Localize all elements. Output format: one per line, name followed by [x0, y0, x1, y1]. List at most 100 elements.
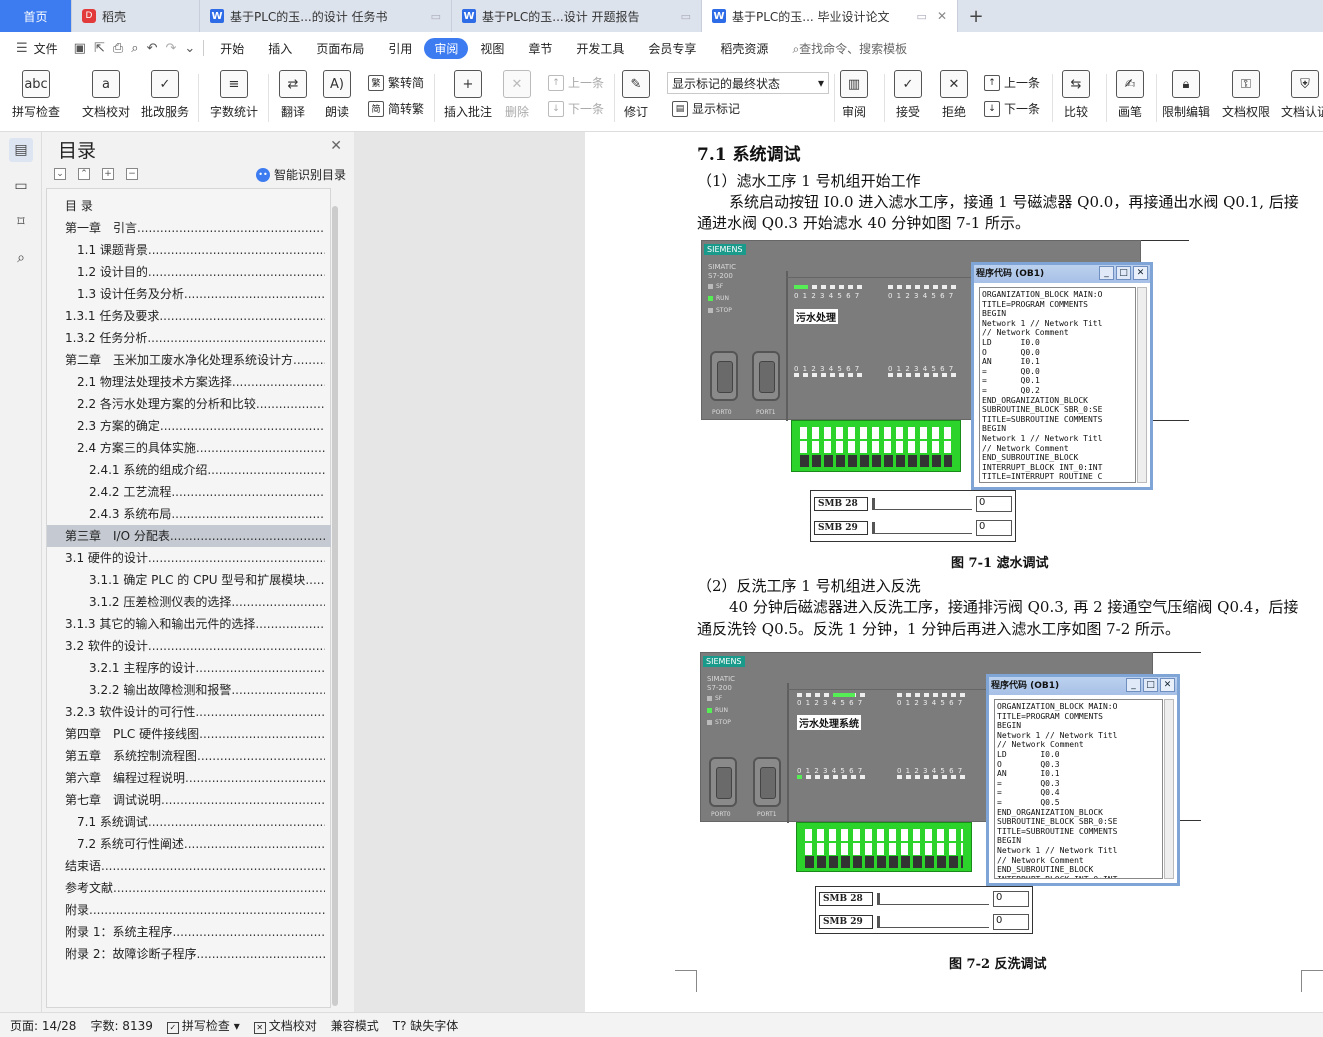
print-icon[interactable]: ⎙	[109, 41, 127, 56]
doc-proof-status[interactable]: ✕ 文档校对	[253, 1017, 317, 1034]
toc-item[interactable]: 3.1.2 压差检测仪表的选择	[47, 591, 331, 613]
restrict-edit-button[interactable]: 🔒︎ 限制编辑	[1162, 70, 1210, 120]
tab-home[interactable]: 首页	[0, 0, 72, 32]
toc-item[interactable]: 第一章 引言	[47, 217, 331, 239]
word-count-button[interactable]: ≡ 字数统计	[210, 70, 258, 120]
missing-font-status[interactable]: T? 缺失字体	[393, 1017, 459, 1034]
tab-proposal[interactable]: W 基于PLC的玉...设计 开题报告 ▭	[452, 0, 702, 32]
menu-item-member[interactable]: 会员专享	[636, 38, 708, 59]
toc-item[interactable]: 2.4.2 工艺流程	[47, 481, 331, 503]
accept-button[interactable]: ✓ 接受	[894, 70, 922, 120]
bookmark-icon[interactable]: ⌑	[9, 210, 33, 234]
translate-button[interactable]: ⇄ 翻译	[279, 70, 307, 120]
toc-item[interactable]: 3.2.3 软件设计的可行性	[47, 701, 331, 723]
page-indicator[interactable]: 页面: 14/28	[10, 1017, 76, 1034]
toc-item[interactable]: 1.3 设计任务及分析	[47, 283, 331, 305]
pen-button[interactable]: ✍ 画笔	[1116, 70, 1144, 120]
toc-item[interactable]: 1.3.2 任务分析	[47, 327, 331, 349]
review-pane-button[interactable]: ▥ 审阅	[840, 70, 868, 120]
menu-item-devtools[interactable]: 开发工具	[564, 38, 636, 59]
batch-service-button[interactable]: ✓ 批改服务	[141, 70, 189, 120]
to-traditional-button[interactable]: 繁繁转简	[368, 74, 424, 91]
prev-comment-button[interactable]: ↑ 上一条	[548, 74, 604, 91]
expand-level-icon[interactable]: ⌄	[54, 168, 66, 180]
toc-item[interactable]: 1.3.1 任务及要求	[47, 305, 331, 327]
toc-item[interactable]: 附录 2：故障诊断子程序	[47, 943, 331, 965]
document-page[interactable]: 7.1 系统调试 （1）滤水工序 1 号机组开始工作 系统启动按钮 I0.0 进…	[585, 132, 1323, 1012]
menu-item-view[interactable]: 视图	[468, 38, 516, 59]
toc-pane-icon[interactable]: ▤	[9, 138, 33, 162]
export-icon[interactable]: ⇱	[90, 41, 109, 56]
toc-item[interactable]: 3.1.1 确定 PLC 的 CPU 型号和扩展模块	[47, 569, 331, 591]
close-icon[interactable]: ✕	[330, 138, 342, 154]
menu-item-docer[interactable]: 稻壳资源	[708, 38, 780, 59]
toc-item[interactable]: 第六章 编程过程说明	[47, 767, 331, 789]
preview-icon[interactable]: ⌕	[127, 41, 142, 56]
prev-change-button[interactable]: ↑ 上一条	[984, 74, 1040, 91]
menu-item-chapter[interactable]: 章节	[516, 38, 564, 59]
toc-item[interactable]: 附录 1：系统主程序	[47, 921, 331, 943]
undo-icon[interactable]: ↶	[143, 41, 162, 56]
doc-auth-button[interactable]: ⛨ 文档认证	[1281, 70, 1323, 120]
next-change-button[interactable]: ↓ 下一条	[984, 100, 1040, 117]
doc-proof-button[interactable]: a 文档校对	[82, 70, 130, 120]
toc-item[interactable]: 第三章 I/O 分配表	[47, 525, 331, 547]
toc-item[interactable]: 第二章 玉米加工废水净化处理系统设计方	[47, 349, 331, 371]
toc-item[interactable]: 3.2 软件的设计	[47, 635, 331, 657]
toc-item[interactable]: 结束语	[47, 855, 331, 877]
menu-item-layout[interactable]: 页面布局	[304, 38, 376, 59]
show-marks-button[interactable]: ▤ 显示标记	[672, 100, 740, 117]
compare-button[interactable]: ⇆ 比较	[1062, 70, 1090, 120]
toc-item[interactable]: 3.2.1 主程序的设计	[47, 657, 331, 679]
toc-item[interactable]: 2.3 方案的确定	[47, 415, 331, 437]
menu-item-review[interactable]: 审阅	[424, 37, 469, 59]
toc-item[interactable]: 第七章 调试说明	[47, 789, 331, 811]
toc-scrollbar[interactable]	[332, 206, 338, 1006]
tab-task-book[interactable]: W 基于PLC的玉...的设计 任务书 ▭	[200, 0, 452, 32]
tab-window-icon[interactable]: ▭	[917, 10, 927, 23]
tab-window-icon[interactable]: ▭	[681, 10, 691, 23]
toc-item[interactable]: 2.2 各污水处理方案的分析和比较	[47, 393, 331, 415]
revise-button[interactable]: ✎ 修订	[622, 70, 650, 120]
save-icon[interactable]: ▣	[70, 41, 90, 56]
menu-item-reference[interactable]: 引用	[376, 38, 424, 59]
read-aloud-button[interactable]: A) 朗读	[323, 70, 351, 120]
to-simplified-button[interactable]: 简简转繁	[368, 100, 424, 117]
spell-check-status[interactable]: ✓ 拼写检查 ▾	[166, 1017, 240, 1034]
toc-item[interactable]: 第四章 PLC 硬件接线图	[47, 723, 331, 745]
menu-item-start[interactable]: 开始	[208, 38, 256, 59]
menu-item-insert[interactable]: 插入	[256, 38, 304, 59]
toc-item[interactable]: 2.4.1 系统的组成介绍	[47, 459, 331, 481]
delete-comment-button[interactable]: ✕ 删除	[503, 70, 531, 120]
toc-item[interactable]: 参考文献	[47, 877, 331, 899]
toc-item[interactable]: 2.4 方案三的具体实施	[47, 437, 331, 459]
toc-item[interactable]: 3.1 硬件的设计	[47, 547, 331, 569]
command-search[interactable]: ⌕查找命令、搜索模板	[792, 40, 907, 57]
toc-item[interactable]: 7.2 系统可行性阐述	[47, 833, 331, 855]
search-icon[interactable]: ⌕	[9, 246, 33, 270]
toc-item[interactable]: 附录	[47, 899, 331, 921]
close-icon[interactable]: ✕	[937, 9, 947, 23]
word-count[interactable]: 字数: 8139	[90, 1017, 152, 1034]
expand-all-icon[interactable]: +	[102, 168, 114, 180]
toc-item[interactable]: 第五章 系统控制流程图	[47, 745, 331, 767]
reject-button[interactable]: ✕ 拒绝	[940, 70, 968, 120]
tab-window-icon[interactable]: ▭	[431, 10, 441, 23]
next-comment-button[interactable]: ↓ 下一条	[548, 100, 604, 117]
menu-file[interactable]: 文件	[32, 38, 70, 59]
toc-item[interactable]: 7.1 系统调试	[47, 811, 331, 833]
more-icon[interactable]: ⌄	[180, 41, 199, 56]
tab-thesis[interactable]: W 基于PLC的玉... 毕业设计论文 ▭ ✕	[702, 0, 958, 32]
insert-comment-button[interactable]: + 插入批注	[444, 70, 492, 120]
redo-icon[interactable]: ↷	[161, 41, 180, 56]
toc-item[interactable]: 3.1.3 其它的输入和输出元件的选择	[47, 613, 331, 635]
toc-item[interactable]: 目 录	[47, 195, 331, 217]
smart-toc-button[interactable]: •• 智能识别目录	[256, 166, 346, 183]
mark-state-select[interactable]: 显示标记的最终状态 ▾	[667, 72, 829, 94]
collapse-level-icon[interactable]: ⌃	[78, 168, 90, 180]
toc-item[interactable]: 3.2.2 输出故障检测和报警	[47, 679, 331, 701]
toc-item[interactable]: 2.4.3 系统布局	[47, 503, 331, 525]
hamburger-icon[interactable]: ☰	[12, 41, 32, 56]
tab-docer[interactable]: D 稻壳	[72, 0, 200, 32]
doc-rights-button[interactable]: ⚿ 文档权限	[1222, 70, 1270, 120]
